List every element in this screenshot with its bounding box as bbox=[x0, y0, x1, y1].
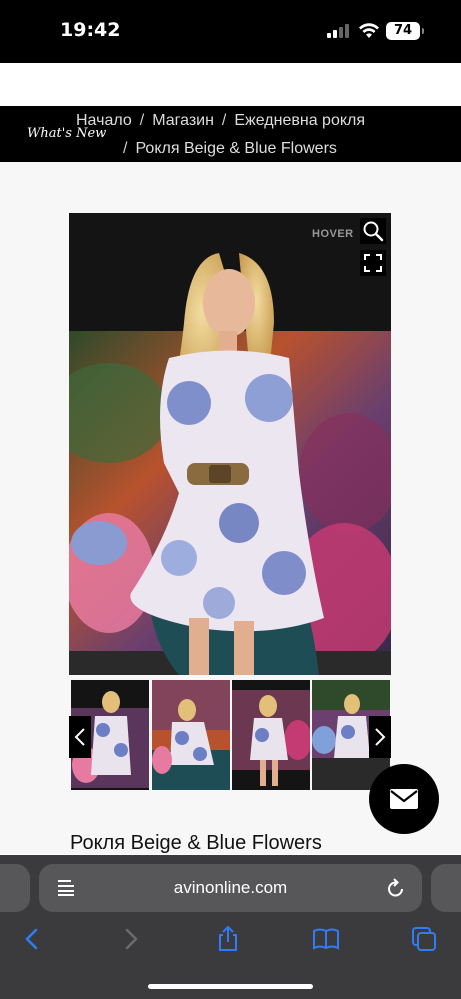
chevron-right-icon bbox=[375, 728, 386, 746]
status-time: 19:42 bbox=[60, 19, 121, 41]
thumbnail-image bbox=[232, 680, 310, 790]
contact-mail-button[interactable] bbox=[369, 764, 439, 834]
breadcrumb-separator: / bbox=[123, 140, 128, 157]
reload-icon[interactable] bbox=[386, 877, 406, 899]
share-icon[interactable] bbox=[214, 925, 242, 953]
forward-icon[interactable] bbox=[117, 925, 145, 953]
chevron-left-icon bbox=[74, 728, 85, 746]
mail-icon bbox=[390, 789, 418, 809]
cellular-signal-icon bbox=[327, 24, 351, 38]
next-tab-preview[interactable] bbox=[431, 864, 461, 912]
battery-indicator: 74 bbox=[386, 22, 424, 40]
bookmarks-icon[interactable] bbox=[312, 925, 340, 953]
hover-zoom-label: HOVER bbox=[312, 228, 354, 240]
product-title: Рокля Beige & Blue Flowers bbox=[70, 832, 322, 854]
breadcrumb-line-2: / Рокля Beige & Blue Flowers bbox=[123, 140, 337, 158]
thumbnail-2[interactable] bbox=[152, 680, 230, 790]
home-indicator bbox=[148, 984, 313, 989]
thumbnail-strip bbox=[69, 676, 391, 796]
breadcrumb-category-link[interactable]: Ежедневна рокля bbox=[234, 112, 365, 129]
breadcrumb-separator: / bbox=[221, 112, 227, 129]
breadcrumb: Начало / Магазин / Ежедневна рокля bbox=[76, 112, 365, 130]
breadcrumb-current: Рокля Beige & Blue Flowers bbox=[135, 140, 337, 157]
previous-tab-preview[interactable] bbox=[0, 864, 30, 912]
gallery-prev-button[interactable] bbox=[69, 716, 91, 758]
magnifier-icon bbox=[363, 221, 384, 242]
product-main-image[interactable] bbox=[69, 213, 391, 675]
breadcrumb-separator: / bbox=[139, 112, 145, 129]
wifi-icon bbox=[359, 23, 379, 38]
tabs-icon[interactable] bbox=[410, 925, 438, 953]
breadcrumb-home-link[interactable]: Начало bbox=[76, 112, 132, 129]
gallery-next-button[interactable] bbox=[369, 716, 391, 758]
thumbnail-3[interactable] bbox=[232, 680, 310, 790]
back-icon[interactable] bbox=[18, 925, 46, 953]
breadcrumb-shop-link[interactable]: Магазин bbox=[152, 112, 214, 129]
url-text: avinonline.com bbox=[173, 878, 288, 897]
fullscreen-button[interactable] bbox=[360, 250, 386, 276]
zoom-button[interactable] bbox=[360, 218, 386, 244]
thumbnail-image bbox=[152, 680, 230, 790]
fullscreen-icon bbox=[364, 254, 382, 272]
address-bar[interactable]: avinonline.com bbox=[39, 864, 422, 912]
status-bar: 19:42 74 bbox=[0, 0, 461, 63]
site-header-spacer bbox=[0, 63, 461, 106]
product-photo bbox=[69, 213, 391, 675]
